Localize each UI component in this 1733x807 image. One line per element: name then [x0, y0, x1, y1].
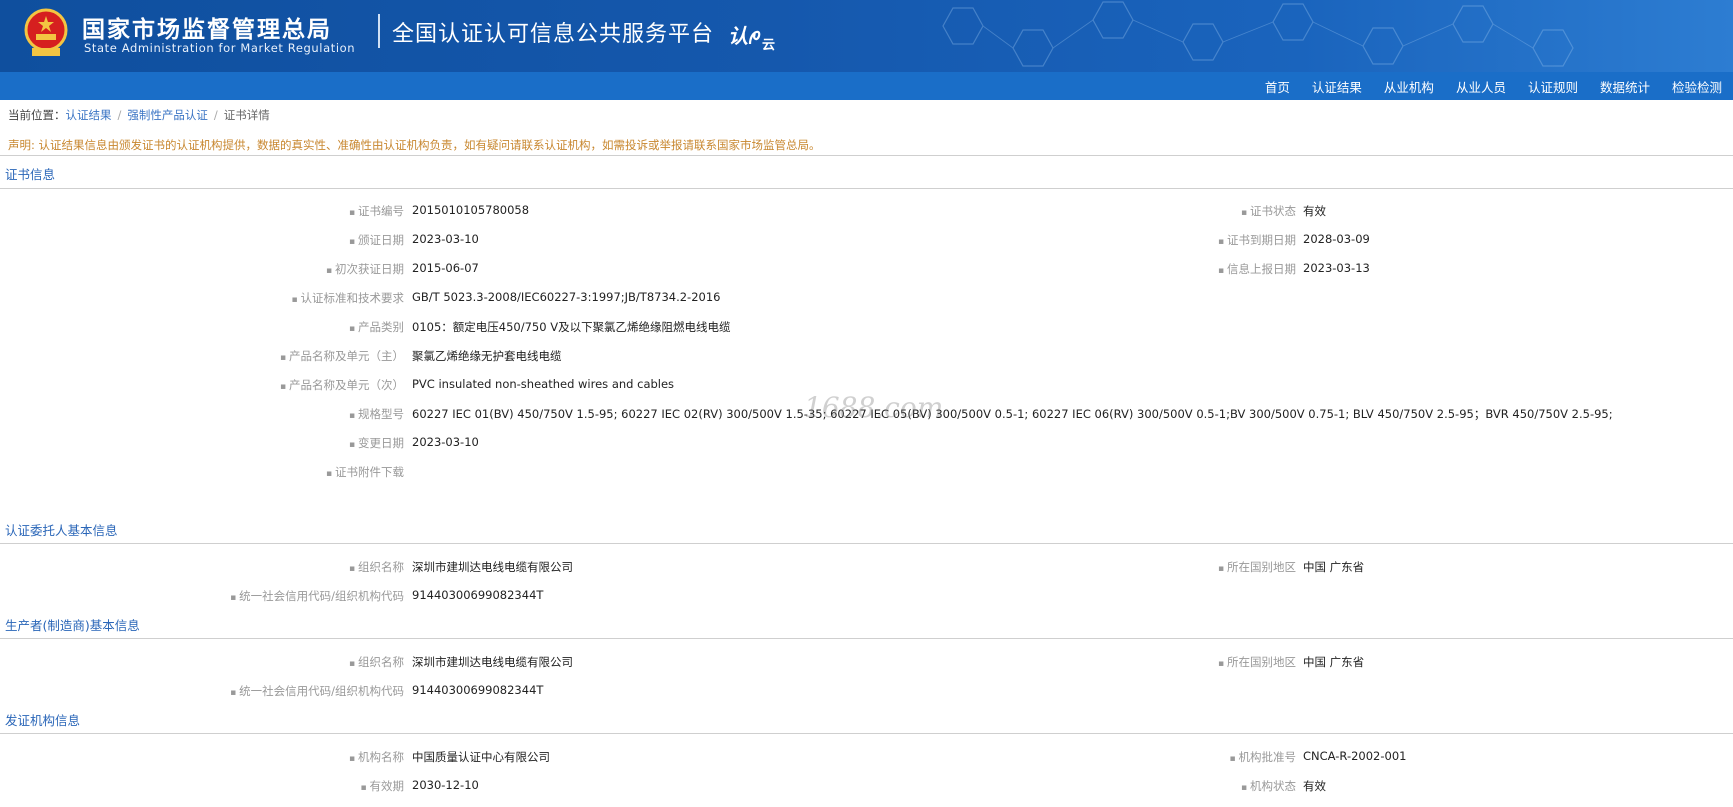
label-applicant-org-name: 组织名称	[349, 559, 404, 575]
label-report-date: 信息上报日期	[1218, 261, 1296, 277]
label-standards: 认证标准和技术要求	[292, 290, 405, 306]
disclaimer-notice: 声明: 认证结果信息由颁发证书的认证机构提供，数据的真实性、准确性由认证机构负责…	[8, 138, 821, 152]
breadcrumb-current: 证书详情	[223, 108, 270, 122]
header-banner: 国家市场监督管理总局 State Administration for Mark…	[0, 0, 1733, 72]
value-applicant-credit-code: 91440300699082344T	[412, 588, 544, 602]
logo-swirl-icon	[748, 30, 761, 45]
label-applicant-region: 所在国别地区	[1218, 559, 1296, 575]
label-specifications: 规格型号	[349, 406, 404, 422]
value-product-name-secondary: PVC insulated non-sheathed wires and cab…	[412, 377, 675, 391]
value-specifications: 60227 IEC 01(BV) 450/750V 1.5-95; 60227 …	[412, 407, 1613, 421]
value-product-name-main: 聚氯乙烯绝缘无护套电线电缆	[412, 349, 562, 363]
logo-text: 认	[728, 24, 748, 48]
nav-item-statistics[interactable]: 数据统计	[1589, 77, 1661, 96]
value-issuer-validity: 2030-12-10	[412, 778, 479, 792]
label-first-issue-date: 初次获证日期	[326, 261, 404, 277]
label-expiry-date: 证书到期日期	[1218, 232, 1296, 248]
label-manufacturer-org-name: 组织名称	[349, 654, 404, 670]
section-divider	[0, 543, 1733, 544]
breadcrumb-prefix: 当前位置：	[8, 108, 66, 122]
nav-item-cert-results[interactable]: 认证结果	[1301, 77, 1373, 96]
label-cert-status: 证书状态	[1241, 203, 1296, 219]
value-standards: GB/T 5023.3-2008/IEC60227-3:1997;JB/T873…	[412, 290, 721, 304]
nav-item-testing[interactable]: 检验检测	[1661, 77, 1733, 96]
value-change-date: 2023-03-10	[412, 435, 479, 449]
label-issuer-validity: 有效期	[361, 778, 405, 794]
label-issuer-approval-number: 机构批准号	[1230, 749, 1297, 765]
section-divider	[0, 155, 1733, 156]
label-cert-number: 证书编号	[349, 203, 404, 219]
section-title-issuer: 发证机构信息	[5, 713, 81, 728]
section-divider	[0, 733, 1733, 734]
label-issuer-name: 机构名称	[349, 749, 404, 765]
value-product-category: 0105：额定电压450/750 V及以下聚氯乙烯绝缘阻燃电线电缆	[412, 320, 731, 334]
main-nav: 首页 认证结果 从业机构 从业人员 认证规则 数据统计 检验检测	[0, 72, 1733, 100]
label-product-name-secondary: 产品名称及单元（次）	[280, 377, 404, 393]
label-applicant-credit-code: 统一社会信用代码/组织机构代码	[230, 588, 404, 604]
label-product-name-main: 产品名称及单元（主）	[280, 348, 404, 364]
value-cert-number: 2015010105780058	[412, 203, 530, 217]
value-manufacturer-region: 中国 广东省	[1303, 655, 1365, 669]
hexagon-pattern-decoration	[942, 1, 1574, 67]
banner-divider	[378, 14, 380, 48]
national-emblem-icon	[24, 8, 68, 56]
breadcrumb-link-ccc[interactable]: 强制性产品认证	[127, 108, 208, 122]
label-change-date: 变更日期	[349, 435, 404, 451]
value-applicant-org-name: 深圳市建圳达电线电缆有限公司	[412, 560, 573, 574]
value-first-issue-date: 2015-06-07	[412, 261, 479, 275]
value-report-date: 2023-03-13	[1303, 261, 1370, 275]
breadcrumb: 当前位置：认证结果 / 强制性产品认证 / 证书详情	[0, 103, 1733, 125]
value-issue-date: 2023-03-10	[412, 232, 479, 246]
value-expiry-date: 2028-03-09	[1303, 232, 1370, 246]
section-title-manufacturer: 生产者(制造商)基本信息	[5, 618, 140, 633]
breadcrumb-link-cert-results[interactable]: 认证结果	[66, 108, 112, 122]
section-title-applicant: 认证委托人基本信息	[5, 523, 118, 538]
label-product-category: 产品类别	[349, 319, 404, 335]
nav-item-personnel[interactable]: 从业人员	[1445, 77, 1517, 96]
breadcrumb-separator: /	[117, 108, 122, 122]
section-title-certificate: 证书信息	[5, 167, 56, 182]
label-issuer-status: 机构状态	[1241, 778, 1296, 794]
org-name-en: State Administration for Market Regulati…	[84, 41, 356, 55]
value-issuer-status: 有效	[1303, 779, 1326, 793]
label-attachment-download[interactable]: 证书附件下载	[326, 464, 404, 480]
value-issuer-name: 中国质量认证中心有限公司	[412, 750, 550, 764]
nav-item-institutions[interactable]: 从业机构	[1373, 77, 1445, 96]
label-issue-date: 颁证日期	[349, 232, 404, 248]
platform-title: 全国认证认可信息公共服务平台	[392, 22, 715, 47]
nav-item-cert-rules[interactable]: 认证规则	[1517, 77, 1589, 96]
platform-logo: 认云	[728, 20, 775, 53]
section-divider	[0, 188, 1733, 189]
logo-sub: 云	[762, 38, 776, 53]
breadcrumb-separator: /	[213, 108, 218, 122]
value-applicant-region: 中国 广东省	[1303, 560, 1365, 574]
label-manufacturer-credit-code: 统一社会信用代码/组织机构代码	[230, 683, 404, 699]
value-manufacturer-credit-code: 91440300699082344T	[412, 683, 544, 697]
value-manufacturer-org-name: 深圳市建圳达电线电缆有限公司	[412, 655, 573, 669]
label-manufacturer-region: 所在国别地区	[1218, 654, 1296, 670]
org-name: 国家市场监督管理总局	[82, 17, 332, 43]
nav-item-home[interactable]: 首页	[1254, 77, 1301, 96]
section-divider	[0, 638, 1733, 639]
value-issuer-approval-number: CNCA-R-2002-001	[1303, 749, 1407, 763]
value-cert-status: 有效	[1303, 204, 1326, 218]
